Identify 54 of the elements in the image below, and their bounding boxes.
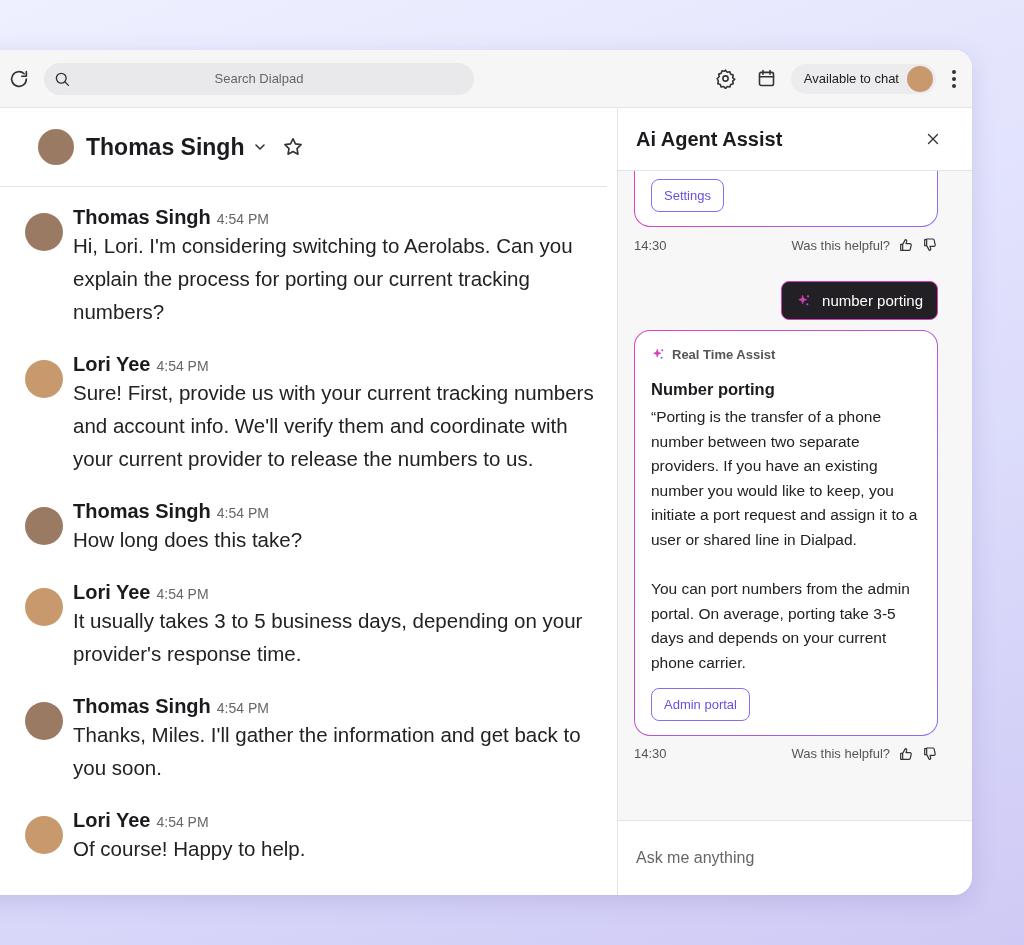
sparkle-icon — [651, 347, 666, 362]
avatar — [25, 702, 63, 740]
message-text: Thanks, Miles. I'll gather the information and get back to you soon. — [73, 722, 582, 781]
avatar — [25, 360, 63, 398]
sender-name: Lori Yee — [73, 580, 151, 604]
thumbs-down-icon — [922, 237, 938, 253]
card-button[interactable]: Admin portal — [651, 687, 750, 721]
message-time: 4:54 PM — [216, 700, 269, 716]
avatar — [907, 65, 933, 92]
message-time: 4:54 PM — [156, 586, 209, 602]
settings-icon[interactable] — [714, 68, 736, 89]
card-label: Real Time Assist — [672, 347, 776, 362]
avatar — [25, 507, 63, 545]
contact-name: Thomas Singh — [86, 133, 245, 161]
panel-title: Ai Agent Assist — [636, 127, 783, 151]
card-text: You can port numbers from the admin portal. On average, porting take 3-5 days and depends on your current phone carrier. — [651, 579, 911, 673]
thumbs-up-button[interactable] — [898, 237, 914, 253]
avatar — [25, 588, 63, 626]
sender-name: Thomas Singh — [73, 205, 211, 229]
message-time: 4:54 PM — [216, 505, 269, 521]
message-time: 4:54 PM — [216, 211, 269, 227]
thumbs-up-icon — [898, 237, 914, 253]
status-button[interactable]: Available to chat — [790, 63, 936, 94]
message-time: 4:54 PM — [156, 358, 209, 374]
message-text: It usually takes 3 to 5 business days, depending on your provider's response time. — [73, 608, 584, 667]
query-text: number porting — [822, 292, 923, 309]
search-field[interactable]: Search Dialpad — [44, 62, 474, 95]
feedback-prompt: Was this helpful? — [791, 237, 890, 253]
message-text: Of course! Happy to help. — [73, 836, 306, 862]
sender-name: Thomas Singh — [73, 499, 211, 523]
feedback-prompt: Was this helpful? — [791, 746, 890, 762]
sender-name: Thomas Singh — [73, 694, 211, 718]
message-time: 4:54 PM — [156, 814, 209, 830]
sender-name: Lori Yee — [73, 352, 151, 376]
message-text: How long does this take? — [73, 527, 303, 553]
sender-name: Lori Yee — [73, 808, 151, 832]
avatar — [25, 816, 63, 854]
card-time: 14:30 — [634, 746, 667, 762]
message-text: Hi, Lori. I'm considering switching to Aerolabs. Can you explain the process for porting our current tracking numbers? — [73, 233, 574, 325]
thumbs-down-button[interactable] — [922, 745, 938, 762]
thumbs-up-button[interactable] — [898, 745, 914, 762]
thumbs-down-icon — [922, 745, 938, 762]
card-button[interactable]: Settings — [651, 179, 724, 212]
card-time: 14:30 — [634, 237, 667, 253]
thumbs-up-icon — [898, 745, 914, 762]
kebab-menu-icon[interactable] — [950, 68, 958, 89]
message-text: Sure! First, provide us with your current tracking numbers and account info. We'll verify them and coordinate with your current provider to release the numbers to us. — [73, 380, 595, 472]
avatar — [38, 129, 74, 165]
star-icon[interactable] — [282, 136, 305, 158]
card-heading: Number porting — [651, 380, 776, 399]
avatar — [25, 213, 63, 251]
thumbs-down-button[interactable] — [922, 237, 938, 253]
card-text: “Porting is the transfer of a phone number between two separate providers. If you have an existing number you would like to keep, you initiate a port request and assign it to a user or shared line in Dialpad. — [651, 407, 919, 550]
ask-input-field[interactable]: Ask me anything — [634, 848, 956, 868]
